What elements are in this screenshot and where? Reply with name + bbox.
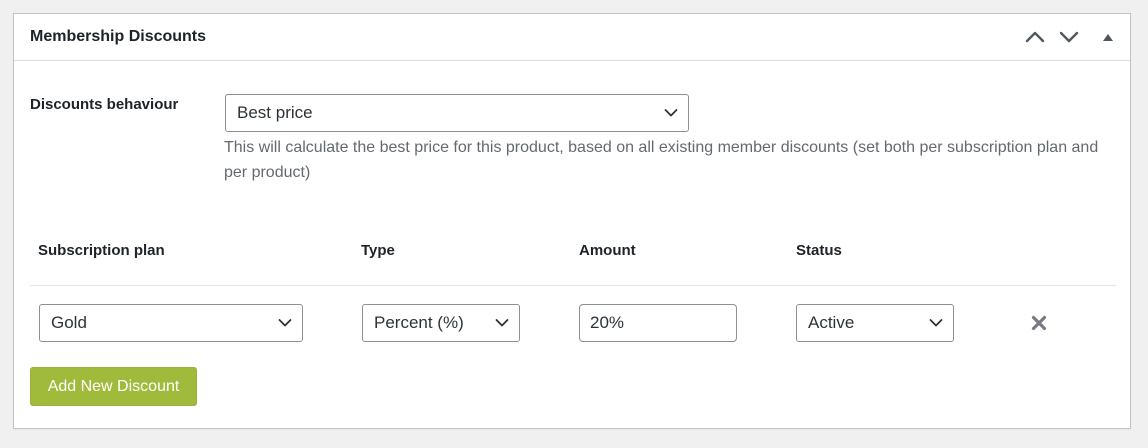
close-icon	[1031, 315, 1047, 331]
discount-status-select[interactable]: Active	[796, 304, 954, 342]
column-header-type: Type	[361, 242, 395, 259]
subscription-plan-value: Gold	[51, 313, 87, 332]
discount-type-select[interactable]: Percent (%)	[362, 304, 520, 342]
membership-discounts-panel: Membership Discounts Discounts behaviour…	[13, 13, 1131, 429]
add-new-discount-button[interactable]: Add New Discount	[30, 367, 197, 406]
discounts-behaviour-description: This will calculate the best price for t…	[224, 139, 1099, 181]
move-down-button[interactable]	[1056, 24, 1082, 50]
discount-status-value: Active	[808, 313, 855, 332]
remove-discount-button[interactable]	[1029, 313, 1049, 333]
chevron-down-icon	[495, 319, 509, 327]
chevron-down-icon	[664, 109, 678, 117]
chevron-down-icon	[278, 319, 292, 327]
discounts-behaviour-select[interactable]: Best price	[225, 94, 689, 132]
discounts-behaviour-label: Discounts behaviour	[30, 96, 179, 113]
chevron-up-icon	[1025, 31, 1045, 43]
column-header-subscription-plan: Subscription plan	[38, 242, 165, 259]
chevron-down-icon	[1059, 31, 1079, 43]
discount-type-value: Percent (%)	[374, 313, 464, 332]
panel-header: Membership Discounts	[14, 14, 1130, 61]
discounts-behaviour-value: Best price	[237, 103, 313, 122]
column-header-amount: Amount	[579, 242, 636, 259]
subscription-plan-select[interactable]: Gold	[39, 304, 303, 342]
toggle-panel-button[interactable]	[1095, 24, 1121, 50]
chevron-down-icon	[929, 319, 943, 327]
header-divider	[30, 285, 1116, 286]
panel-title: Membership Discounts	[30, 28, 207, 45]
triangle-up-icon	[1103, 34, 1113, 41]
move-up-button[interactable]	[1022, 24, 1048, 50]
discount-amount-input[interactable]	[579, 304, 737, 342]
column-header-status: Status	[796, 242, 842, 259]
